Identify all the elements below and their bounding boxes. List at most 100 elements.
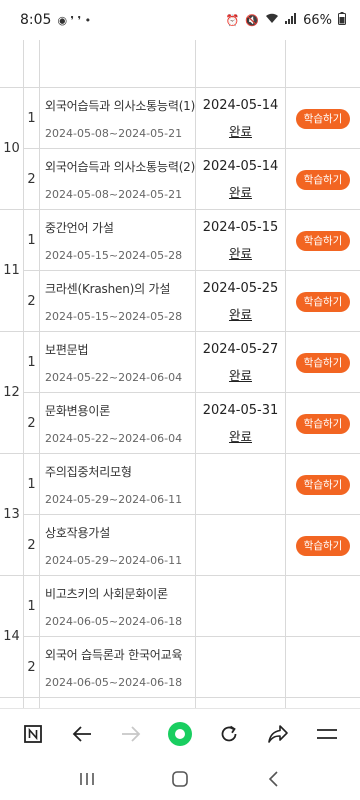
status-time: 8:05 <box>20 12 52 28</box>
lecture-title: 중간언어 가설 <box>45 220 114 235</box>
lecture-period: 2024-05-29~2024-06-11 <box>45 553 183 567</box>
lecture-order: 2 <box>23 514 40 576</box>
week-number: 14 <box>0 575 24 698</box>
lecture-title: 문화변용이론 <box>45 403 111 418</box>
lecture-info: 보편문법 2024-05-22~2024-06-04 <box>39 331 196 393</box>
system-nav-bar <box>0 758 360 800</box>
study-button[interactable]: 학습하기 <box>295 109 351 129</box>
action-cell <box>285 636 360 698</box>
menu-icon[interactable] <box>307 714 347 754</box>
browser-toolbar <box>0 708 360 758</box>
completion-cell: 2024-05-14 완료 <box>195 87 286 149</box>
lecture-row: 13 1 주의집중처리모형 2024-05-29~2024-06-11 학습하기 <box>0 453 360 576</box>
week-number: 12 <box>0 331 24 454</box>
tabs-icon[interactable] <box>13 714 53 754</box>
lecture-title: 외국어습득과 의사소통능력(2) <box>45 159 196 174</box>
week-number <box>0 40 24 88</box>
study-button[interactable]: 학습하기 <box>295 353 351 373</box>
lecture-period: 2024-05-22~2024-06-04 <box>45 370 183 384</box>
study-button[interactable]: 학습하기 <box>295 536 351 556</box>
lecture-order: 1 <box>23 209 40 271</box>
lecture-title: 외국어습득과 의사소통능력(1) <box>45 98 196 113</box>
completion-cell: 2024-05-25 완료 <box>195 270 286 332</box>
lecture-row: 12 1 보편문법 2024-05-22~2024-06-04 2024-05-27 완료… <box>0 331 360 454</box>
lecture-row: 151기말고사~ <box>0 697 360 708</box>
completion-cell <box>195 697 286 708</box>
lecture-period: 2024-05-22~2024-06-04 <box>45 431 183 445</box>
lecture-info: 중간언어 가설 2024-05-15~2024-05-28 <box>39 209 196 271</box>
alarm-icon: ⏰ <box>225 13 240 27</box>
recents-icon[interactable] <box>67 761 107 797</box>
lecture-title: 주의집중처리모형 <box>45 464 132 479</box>
study-button[interactable]: 학습하기 <box>295 231 351 251</box>
completion-cell: 2024-05-27 완료 <box>195 331 286 393</box>
notification-icons: ◉ ❜ ❜ • <box>57 13 92 27</box>
completion-link[interactable]: 완료 <box>229 426 252 445</box>
action-cell <box>285 575 360 637</box>
lecture-period: 2024-05-15~2024-05-28 <box>45 309 183 323</box>
lecture-info: 외국어 습득론과 한국어교육 2024-06-05~2024-06-18 <box>39 636 196 698</box>
wifi-icon <box>265 13 279 27</box>
lecture-period: 2024-06-05~2024-06-18 <box>45 614 183 628</box>
forward-arrow-icon[interactable] <box>111 714 151 754</box>
study-button[interactable]: 학습하기 <box>295 170 351 190</box>
lecture-row: 2 크라센(Krashen)의 가설 2024-05-15~2024-05-28 20… <box>0 270 360 332</box>
action-cell <box>285 40 360 88</box>
lecture-order: 1 <box>23 453 40 515</box>
completion-cell: 2024-05-15 완료 <box>195 209 286 271</box>
completion-link[interactable]: 완료 <box>229 121 252 140</box>
completion-date: 2024-05-14 <box>202 158 279 174</box>
completion-cell <box>195 636 286 698</box>
home-icon[interactable] <box>160 714 200 754</box>
share-icon[interactable] <box>258 714 298 754</box>
completion-cell: 2024-05-31 완료 <box>195 392 286 454</box>
action-cell: 학습하기 <box>285 453 360 515</box>
lecture-title: 크라센(Krashen)의 가설 <box>45 281 171 296</box>
study-button[interactable]: 학습하기 <box>295 292 351 312</box>
lecture-period: 2024-05-29~2024-06-11 <box>45 492 183 506</box>
lecture-title: 비고츠키의 사회문화이론 <box>45 586 168 601</box>
lecture-row <box>0 40 360 88</box>
study-button[interactable]: 학습하기 <box>295 475 351 495</box>
mute-icon: 🔇 <box>245 13 260 27</box>
completion-date: 2024-05-14 <box>202 97 279 113</box>
lecture-info: 비고츠키의 사회문화이론 2024-06-05~2024-06-18 <box>39 575 196 637</box>
completion-date: 2024-05-31 <box>202 402 279 418</box>
week-number: 11 <box>0 209 24 332</box>
nav-back-icon[interactable] <box>253 761 293 797</box>
lecture-order: 1 <box>23 697 40 708</box>
lecture-info: 주의집중처리모형 2024-05-29~2024-06-11 <box>39 453 196 515</box>
lecture-row: 2 문화변용이론 2024-05-22~2024-06-04 2024-05-31 완료… <box>0 392 360 454</box>
lecture-period: 2024-05-15~2024-05-28 <box>45 248 183 262</box>
lecture-info: 외국어습득과 의사소통능력(1) 2024-05-08~2024-05-21 <box>39 87 196 149</box>
completion-cell <box>195 514 286 576</box>
lecture-row: 11 1 중간언어 가설 2024-05-15~2024-05-28 2024-05-1… <box>0 209 360 332</box>
action-cell: 학습하기 <box>285 87 360 149</box>
action-cell: 학습하기 <box>285 514 360 576</box>
week-number: 15 <box>0 697 24 708</box>
completion-link[interactable]: 완료 <box>229 243 252 262</box>
lecture-order: 2 <box>23 636 40 698</box>
lecture-period: 2024-05-08~2024-05-21 <box>45 187 183 201</box>
lecture-order: 2 <box>23 148 40 210</box>
completion-link[interactable]: 완료 <box>229 182 252 201</box>
reload-icon[interactable] <box>209 714 249 754</box>
action-cell <box>285 697 360 708</box>
battery-level: 66% <box>303 12 332 28</box>
completion-date: 2024-05-27 <box>202 341 279 357</box>
back-arrow-icon[interactable] <box>62 714 102 754</box>
week-number: 10 <box>0 87 24 210</box>
lecture-row: 2 상호작용가설 2024-05-29~2024-06-11 학습하기 <box>0 514 360 576</box>
completion-link[interactable]: 완료 <box>229 365 252 384</box>
action-cell: 학습하기 <box>285 209 360 271</box>
lecture-order: 2 <box>23 270 40 332</box>
lecture-info: 크라센(Krashen)의 가설 2024-05-15~2024-05-28 <box>39 270 196 332</box>
lecture-table: 10 1 외국어습득과 의사소통능력(1) 2024-05-08~2024-05-21… <box>0 40 360 708</box>
nav-home-icon[interactable] <box>160 761 200 797</box>
completion-cell <box>195 453 286 515</box>
completion-link[interactable]: 완료 <box>229 304 252 323</box>
completion-cell <box>195 40 286 88</box>
signal-icon <box>285 13 297 27</box>
completion-date: 2024-05-15 <box>202 219 279 235</box>
study-button[interactable]: 학습하기 <box>295 414 351 434</box>
